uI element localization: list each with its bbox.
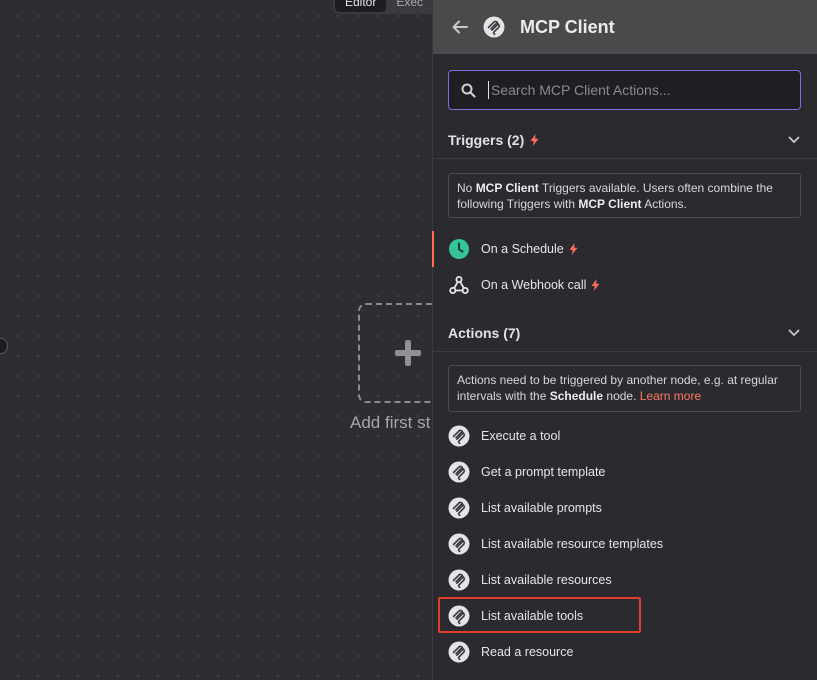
action-item[interactable]: Execute a tool [433, 418, 817, 454]
search-input[interactable] [488, 81, 800, 99]
chevron-down-icon[interactable] [788, 136, 800, 144]
mcp-client-icon [448, 533, 470, 555]
tab-editor[interactable]: Editor [335, 0, 387, 12]
trigger-item-on-a-webhook-call[interactable]: On a Webhook call [433, 267, 817, 303]
mcp-client-icon [448, 569, 470, 591]
mcp-logo-icon [483, 16, 505, 38]
connection-handle[interactable] [0, 338, 8, 354]
add-first-step-label: Add first st [350, 413, 431, 432]
bolt-icon [591, 279, 600, 291]
triggers-section-header[interactable]: Triggers (2) [448, 132, 802, 148]
workflow-canvas[interactable]: Editor Exec Add first st [0, 0, 432, 680]
actions-info-box: Actions need to be triggered by another … [448, 365, 801, 412]
triggers-title: Triggers (2) [448, 132, 525, 148]
action-item[interactable]: List available resource templates [433, 526, 817, 562]
panel-title: MCP Client [520, 16, 615, 37]
trigger-label: On a Webhook call [481, 278, 587, 292]
plus-icon [395, 340, 421, 366]
chevron-down-icon[interactable] [788, 329, 800, 337]
action-label: List available resources [481, 573, 612, 587]
action-label: Get a prompt template [481, 465, 606, 479]
action-label: List available resource templates [481, 537, 664, 551]
tab-executions[interactable]: Exec [386, 0, 432, 12]
mcp-client-icon [448, 641, 470, 663]
triggers-info-text: No MCP Client Triggers available. Users … [457, 181, 773, 211]
action-label: Execute a tool [481, 429, 561, 443]
panel-header: MCP Client [433, 0, 817, 54]
action-item[interactable]: List available prompts [433, 490, 817, 526]
divider [433, 351, 817, 352]
learn-more-link[interactable]: Learn more [640, 389, 701, 403]
clock-icon [449, 239, 469, 259]
mcp-client-icon [448, 461, 470, 483]
editor-tabs: Editor Exec [333, 0, 432, 14]
bolt-icon [530, 134, 539, 146]
action-item[interactable]: Read a resource [433, 634, 817, 670]
mcp-client-icon [448, 425, 470, 447]
active-indicator [432, 231, 434, 267]
search-wrap [433, 54, 817, 110]
trigger-item-on-a-schedule[interactable]: On a Schedule [432, 231, 817, 267]
node-creator-panel: MCP Client Triggers (2) No MCP Client Tr… [432, 0, 817, 680]
bolt-icon [569, 243, 578, 255]
actions-info-text: Actions need to be triggered by another … [457, 373, 778, 403]
actions-title: Actions (7) [448, 325, 521, 341]
action-item[interactable]: Get a prompt template [433, 454, 817, 490]
action-label: Read a resource [481, 645, 574, 659]
triggers-info-box: No MCP Client Triggers available. Users … [448, 173, 801, 218]
add-first-step-button[interactable] [358, 303, 432, 403]
back-arrow-icon[interactable] [451, 18, 469, 36]
highlight-annotation [438, 597, 641, 633]
divider [433, 158, 817, 159]
webhook-icon [449, 276, 469, 294]
mcp-client-icon [448, 497, 470, 519]
action-item[interactable]: List available resources [433, 562, 817, 598]
search-icon [461, 83, 476, 98]
search-box[interactable] [448, 70, 801, 110]
triggers-title-wrap: Triggers (2) [448, 132, 539, 148]
trigger-label: On a Schedule [481, 242, 564, 256]
actions-section-header[interactable]: Actions (7) [448, 325, 802, 341]
action-label: List available prompts [481, 501, 602, 515]
